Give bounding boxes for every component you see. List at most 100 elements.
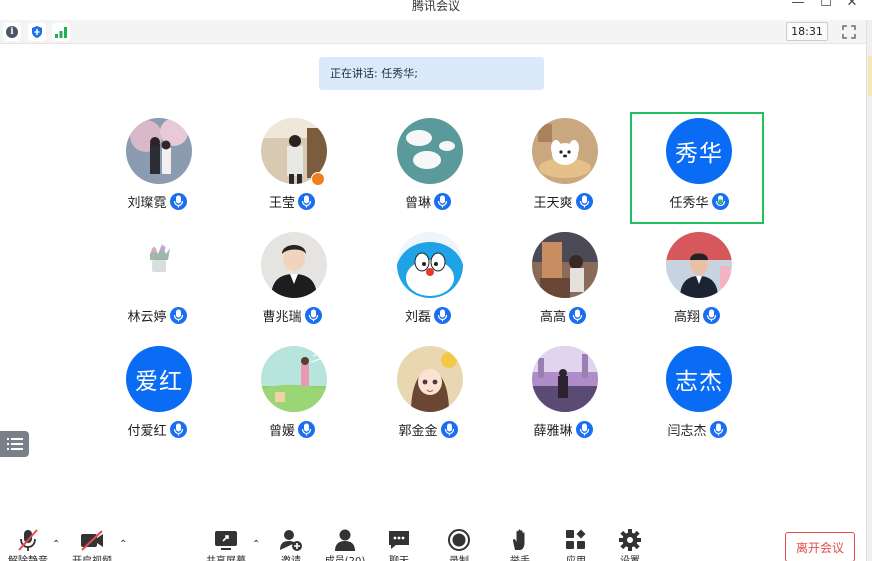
mic-icon [298, 420, 315, 438]
mic-icon [298, 192, 315, 210]
shield-icon[interactable] [28, 23, 46, 41]
record-button[interactable]: 录制 [431, 522, 487, 561]
participant-name-row: 曹兆瑞 [225, 306, 359, 325]
host-badge-icon [311, 172, 325, 186]
participant-name: 刘璨霓 [127, 195, 167, 211]
apps-button[interactable]: 应用 [548, 522, 604, 561]
mic-icon [569, 306, 586, 324]
mic-icon [440, 420, 458, 438]
avatar [532, 232, 598, 298]
gear-icon [619, 529, 641, 551]
participant-name: 刘磊 [404, 309, 431, 325]
participant-tile[interactable]: 刘磊 [361, 226, 495, 338]
avatar [397, 232, 463, 298]
participant-name: 薛雅琳 [533, 423, 573, 439]
share-screen-button[interactable]: 共享屏幕 [198, 522, 254, 561]
record-label: 录制 [431, 552, 487, 561]
participant-tile[interactable]: 曹兆瑞 [225, 226, 359, 338]
avatar [261, 346, 327, 412]
raise-hand-button[interactable]: 举手 [492, 522, 548, 561]
participant-tile[interactable]: 高翔 [630, 226, 764, 338]
minimize-button[interactable]: — [788, 0, 808, 12]
avatar [666, 232, 732, 298]
fullscreen-icon[interactable] [841, 24, 857, 40]
participant-name-row: 林云婷 [90, 306, 224, 325]
close-button[interactable]: ✕ [842, 0, 862, 12]
participant-name-row: 付爱红 [90, 420, 224, 439]
apps-icon [566, 529, 586, 549]
raise-hand-icon [512, 529, 525, 550]
participant-tile[interactable]: 曾媛 [225, 340, 359, 452]
mic-icon [711, 192, 729, 210]
mic-icon [434, 306, 451, 324]
participant-name: 高高 [539, 309, 566, 325]
settings-label: 设置 [602, 552, 658, 561]
members-button[interactable]: 成员(20) [317, 522, 373, 561]
maximize-button[interactable]: ☐ [816, 0, 836, 12]
avatar [261, 232, 327, 298]
info-icon[interactable]: i [3, 23, 21, 41]
participant-name-row: 刘磊 [361, 306, 495, 325]
audio-options-chevron-icon[interactable]: ⌃ [52, 539, 60, 550]
share-options-chevron-icon[interactable]: ⌃ [252, 539, 260, 550]
muted-mic-icon [18, 529, 38, 551]
mic-icon [169, 306, 187, 324]
chat-label: 聊天 [371, 552, 427, 561]
mic-icon [575, 192, 593, 210]
participant-name-row: 任秀华 [632, 192, 766, 211]
invite-button[interactable]: 邀请 [263, 522, 319, 561]
participant-name-row: 王莹 [225, 192, 359, 211]
leave-meeting-button[interactable]: 离开会议 [785, 532, 855, 561]
participant-name-row: 闫志杰 [630, 420, 764, 439]
participant-tile[interactable]: 薛雅琳 [496, 340, 630, 452]
participant-tile[interactable]: 爱红 付爱红 [90, 340, 224, 452]
avatar [126, 118, 192, 184]
avatar [397, 346, 463, 412]
participant-name-row: 刘璨霓 [90, 192, 224, 211]
participant-name-row: 薛雅琳 [496, 420, 630, 439]
meeting-status-bar: i 18:31 [0, 20, 866, 44]
mic-icon [703, 306, 720, 324]
avatar [126, 232, 192, 298]
start-video-label: 开启视频 [64, 552, 120, 561]
participant-name: 郭金金 [398, 423, 438, 439]
participant-tile[interactable]: 郭金金 [361, 340, 495, 452]
chat-button[interactable]: 聊天 [371, 522, 427, 561]
settings-button[interactable]: 设置 [602, 522, 658, 561]
video-options-chevron-icon[interactable]: ⌃ [119, 539, 127, 550]
participant-name: 任秀华 [669, 195, 709, 211]
participant-tile[interactable]: 王莹 [225, 112, 359, 224]
record-icon [448, 529, 470, 551]
participant-tile[interactable]: 刘璨霓 [90, 112, 224, 224]
participant-tile[interactable]: 高高 [496, 226, 630, 338]
participant-tile[interactable]: 曾琳 [361, 112, 495, 224]
participant-name-row: 高高 [496, 306, 630, 325]
participant-tile[interactable]: 王天爽 [496, 112, 630, 224]
window-title: 腾讯会议 [411, 0, 460, 13]
participant-tile[interactable]: 秀华 任秀华 [630, 112, 764, 224]
mic-icon [434, 192, 451, 210]
unmute-label: 解除静音 [0, 552, 56, 561]
share-screen-label: 共享屏幕 [198, 552, 254, 561]
participant-name-row: 高翔 [630, 306, 764, 325]
raise-hand-label: 举手 [492, 552, 548, 561]
participant-name: 高翔 [673, 309, 700, 325]
start-video-button[interactable]: 开启视频 [64, 522, 120, 561]
participant-tile[interactable]: 志杰 闫志杰 [630, 340, 764, 452]
mic-icon [709, 420, 727, 438]
unmute-button[interactable]: 解除静音 [0, 522, 56, 561]
speaking-indicator-banner: 正在讲话: 任秀华; [319, 57, 544, 90]
participant-name-row: 郭金金 [361, 420, 495, 439]
mic-icon [575, 420, 593, 438]
avatar [532, 118, 598, 184]
participant-name: 曾琳 [404, 195, 431, 211]
share-screen-icon [215, 531, 237, 550]
participant-tile[interactable]: 林云婷 [90, 226, 224, 338]
bottom-toolbar: 解除静音 ⌃ 开启视频 ⌃ 共享屏幕 ⌃ 邀请 成员(20) 聊天 [0, 522, 866, 561]
avatar [397, 118, 463, 184]
participant-name: 曹兆瑞 [262, 309, 302, 325]
participant-name: 王莹 [268, 195, 295, 211]
signal-icon[interactable] [52, 23, 70, 41]
participant-name-row: 曾媛 [225, 420, 359, 439]
list-toggle-button[interactable] [0, 431, 29, 457]
